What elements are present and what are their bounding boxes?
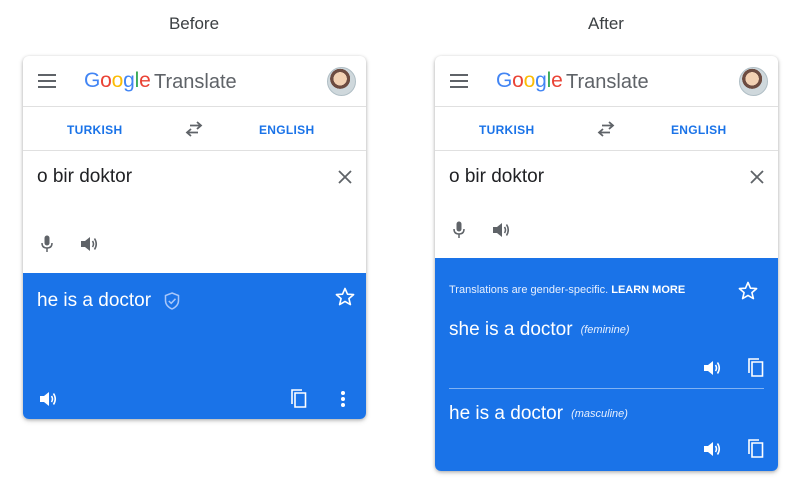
- app-bar: Google Translate: [435, 56, 778, 107]
- source-language-button[interactable]: TURKISH: [67, 123, 122, 137]
- masculine-label: (masculine): [571, 408, 628, 420]
- translation-speaker-icon[interactable]: [39, 391, 57, 407]
- hamburger-menu-icon[interactable]: [38, 74, 56, 88]
- divider: [449, 388, 764, 389]
- clear-icon[interactable]: [750, 170, 764, 184]
- after-caption: After: [588, 14, 624, 33]
- target-language-button[interactable]: ENGLISH: [259, 123, 314, 137]
- masculine-copy-icon[interactable]: [748, 439, 764, 458]
- app-title: Translate: [154, 71, 237, 93]
- source-language-button[interactable]: TURKISH: [479, 123, 534, 137]
- feminine-translation[interactable]: she is a doctor (feminine): [449, 319, 629, 341]
- source-speaker-icon[interactable]: [492, 222, 510, 238]
- translation-text[interactable]: he is a doctor: [37, 290, 151, 312]
- copy-icon[interactable]: [291, 389, 307, 408]
- source-text[interactable]: o bir doktor: [37, 166, 132, 188]
- clear-icon[interactable]: [338, 170, 352, 184]
- feminine-copy-icon[interactable]: [748, 358, 764, 377]
- app-bar: Google Translate: [23, 56, 366, 107]
- feminine-label: (feminine): [580, 324, 630, 336]
- source-speaker-icon[interactable]: [80, 236, 98, 252]
- before-caption: Before: [168, 14, 220, 33]
- google-logo: Google: [84, 69, 151, 92]
- learn-more-link[interactable]: LEARN MORE: [611, 284, 685, 296]
- swap-languages-icon[interactable]: [597, 121, 615, 137]
- avatar[interactable]: [327, 67, 356, 96]
- hamburger-menu-icon[interactable]: [450, 74, 468, 88]
- translate-card-after: Google Translate TURKISH ENGLISH o bir d…: [435, 56, 778, 471]
- google-logo: Google: [496, 69, 563, 92]
- translate-card-before: Google Translate TURKISH ENGLISH o bir d…: [23, 56, 366, 419]
- avatar[interactable]: [739, 67, 768, 96]
- star-icon[interactable]: [335, 287, 355, 307]
- microphone-icon[interactable]: [453, 221, 465, 239]
- masculine-speaker-icon[interactable]: [703, 441, 721, 457]
- masculine-translation[interactable]: he is a doctor (masculine): [449, 403, 628, 425]
- feminine-speaker-icon[interactable]: [703, 360, 721, 376]
- target-language-button[interactable]: ENGLISH: [671, 123, 726, 137]
- microphone-icon[interactable]: [41, 235, 53, 253]
- gender-notice-text: Translations are gender-specific.: [449, 284, 609, 296]
- verified-shield-icon: [164, 292, 180, 310]
- gender-notice: Translations are gender-specific. LEARN …: [449, 284, 685, 296]
- more-options-icon[interactable]: [341, 391, 345, 407]
- translation-output: Translations are gender-specific. LEARN …: [435, 258, 778, 471]
- feminine-translation-text: she is a doctor: [449, 319, 573, 340]
- language-bar: TURKISH ENGLISH: [435, 108, 778, 151]
- app-title: Translate: [566, 71, 649, 93]
- language-bar: TURKISH ENGLISH: [23, 108, 366, 151]
- star-icon[interactable]: [738, 281, 758, 301]
- masculine-translation-text: he is a doctor: [449, 403, 564, 424]
- translation-output: he is a doctor: [23, 273, 366, 419]
- source-text[interactable]: o bir doktor: [449, 166, 544, 188]
- swap-languages-icon[interactable]: [185, 121, 203, 137]
